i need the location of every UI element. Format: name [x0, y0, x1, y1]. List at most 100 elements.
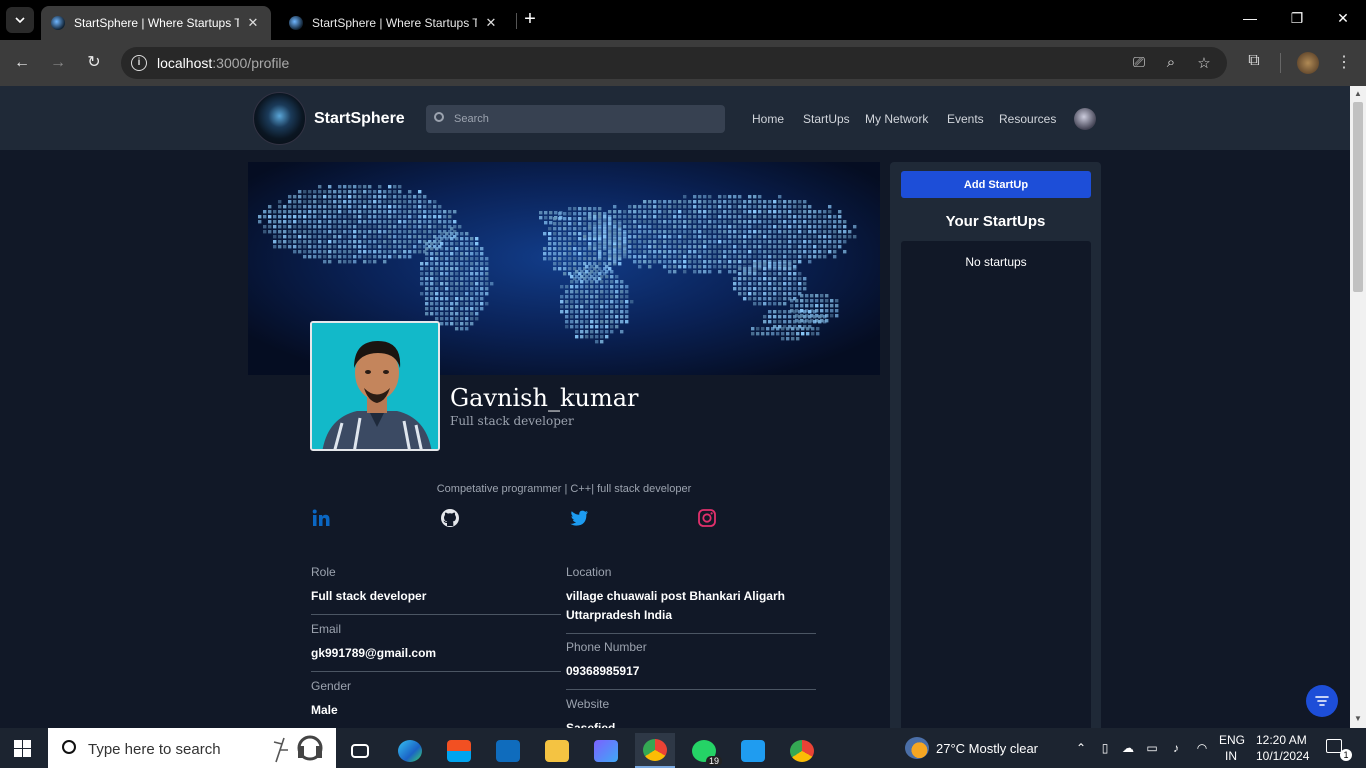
scrollbar-thumb[interactable]	[1353, 102, 1363, 292]
install-app-icon[interactable]: ⎚	[1129, 54, 1149, 71]
nav-my-network[interactable]: My Network	[865, 112, 928, 126]
field-label: Email	[311, 622, 342, 636]
site-info-icon[interactable]: i	[131, 55, 147, 71]
zoom-icon[interactable]: ⌕	[1161, 54, 1181, 71]
whatsapp-icon[interactable]: 19	[684, 733, 724, 768]
weather-moon-icon[interactable]	[905, 737, 929, 759]
window-close-icon[interactable]: ✕	[1333, 10, 1353, 27]
vscode-icon[interactable]	[733, 733, 773, 768]
nav-events[interactable]: Events	[947, 112, 984, 126]
field-value: 09368985917	[566, 664, 640, 678]
search-icon	[434, 112, 444, 122]
forward-arrow-icon[interactable]: →	[47, 52, 69, 74]
linkedin-icon[interactable]	[311, 508, 331, 528]
page-scrollbar[interactable]: ▲ ▼	[1350, 86, 1366, 728]
tab-search-button[interactable]	[6, 7, 34, 33]
copilot-icon[interactable]	[586, 733, 626, 768]
profile-card: Gavnish_kumar Full stack developer Compe…	[248, 162, 880, 728]
microsoft-store-icon[interactable]	[439, 733, 479, 768]
nav-resources[interactable]: Resources	[999, 112, 1056, 126]
browser-tab-2[interactable]: StartSphere | Where Startups Take Flight…	[279, 6, 509, 40]
site-header: StartSphere Home StartUps My Network Eve…	[0, 86, 1350, 150]
startups-sidebar: Add StartUp Your StartUps No startups	[890, 162, 1101, 728]
field-value: village chuawali post Bhankari Aligarh U…	[566, 589, 785, 622]
volume-icon[interactable]: ♪	[1168, 741, 1184, 755]
startsphere-favicon-icon	[51, 16, 65, 30]
chat-button[interactable]	[1306, 685, 1338, 717]
chrome-profile-icon[interactable]	[782, 733, 822, 768]
twitter-icon[interactable]	[569, 508, 589, 528]
url-text[interactable]: localhost:3000/profile	[157, 55, 289, 71]
nav-home[interactable]: Home	[752, 112, 784, 126]
startsphere-logo[interactable]	[253, 92, 306, 145]
field-value: gk991789@gmail.com	[311, 646, 437, 660]
divider	[311, 671, 561, 672]
chevron-up-icon[interactable]: ⌃	[1073, 741, 1089, 755]
close-icon[interactable]: ✕	[483, 15, 499, 31]
field-phone: Phone Number 09368985917	[566, 640, 816, 690]
instagram-icon[interactable]	[697, 508, 717, 528]
browser-profile-avatar[interactable]	[1297, 52, 1319, 74]
scroll-up-icon[interactable]: ▲	[1350, 89, 1366, 98]
startsphere-favicon-icon	[289, 16, 303, 30]
windows-start-icon[interactable]	[14, 740, 31, 757]
field-gender: Gender Male	[311, 679, 561, 720]
tab-title: StartSphere | Where Startups Take Flight	[74, 16, 239, 30]
reload-icon[interactable]: ↻	[83, 52, 105, 74]
startups-list: No startups	[901, 241, 1091, 728]
field-value: Male	[311, 703, 338, 717]
divider	[311, 614, 561, 615]
github-icon[interactable]	[440, 508, 460, 528]
device-icon[interactable]: ▯	[1097, 741, 1113, 755]
clock-date[interactable]: 10/1/2024	[1256, 749, 1309, 763]
profile-name: Gavnish_kumar	[450, 384, 639, 412]
address-bar[interactable]: i localhost:3000/profile ⎚ ⌕ ☆	[121, 47, 1227, 79]
menu-lines-icon	[1315, 696, 1329, 706]
outlook-icon[interactable]	[488, 733, 528, 768]
user-avatar[interactable]	[1074, 108, 1096, 130]
wifi-icon[interactable]: ◠	[1194, 741, 1210, 755]
profile-bio: Competative programmer | C++| full stack…	[436, 483, 692, 495]
edge-icon[interactable]	[390, 733, 430, 768]
field-label: Phone Number	[566, 640, 647, 654]
menu-kebab-icon[interactable]: ⋮	[1333, 52, 1355, 72]
taskbar-search[interactable]	[48, 728, 336, 768]
field-label: Website	[566, 697, 610, 711]
divider	[566, 689, 816, 690]
new-tab-button[interactable]: +	[520, 9, 540, 30]
field-value[interactable]: Sasefied	[566, 719, 816, 728]
weather-text[interactable]: 27°C Mostly clear	[936, 741, 1038, 756]
search-input[interactable]	[454, 110, 714, 128]
taskbar-search-input[interactable]	[88, 739, 288, 759]
field-website: Website Sasefied	[566, 697, 816, 728]
add-startup-button[interactable]: Add StartUp	[901, 171, 1091, 198]
task-view-icon[interactable]	[340, 733, 380, 768]
extensions-icon[interactable]: ⧉	[1243, 52, 1265, 70]
whatsapp-badge: 19	[705, 756, 722, 766]
person-portrait	[312, 323, 438, 449]
file-explorer-icon[interactable]	[537, 733, 577, 768]
field-label: Gender	[311, 679, 352, 693]
close-icon[interactable]: ✕	[245, 15, 261, 31]
nav-startups[interactable]: StartUps	[803, 112, 850, 126]
scroll-down-icon[interactable]: ▼	[1350, 714, 1366, 723]
onedrive-icon[interactable]: ☁	[1120, 741, 1136, 755]
clock-time[interactable]: 12:20 AM	[1256, 733, 1307, 747]
notification-count: 1	[1340, 749, 1352, 761]
site-search[interactable]	[426, 105, 725, 133]
field-label: Role	[311, 565, 336, 579]
chevron-down-icon	[15, 17, 25, 23]
region-code[interactable]: IN	[1225, 749, 1237, 763]
notification-icon[interactable]	[1326, 739, 1342, 753]
back-arrow-icon[interactable]: ←	[11, 52, 33, 74]
battery-icon[interactable]: ▭	[1144, 741, 1160, 755]
browser-tab-1[interactable]: StartSphere | Where Startups Take Flight…	[41, 6, 271, 40]
restore-icon[interactable]: ❐	[1287, 10, 1307, 27]
profile-photo	[310, 321, 440, 451]
chrome-icon[interactable]	[635, 733, 675, 768]
language-code[interactable]: ENG	[1219, 733, 1245, 747]
brand-name[interactable]: StartSphere	[314, 110, 405, 128]
cortana-doodle-icon	[273, 735, 323, 763]
bookmark-star-icon[interactable]: ☆	[1194, 54, 1214, 72]
minimize-icon[interactable]: —	[1240, 10, 1260, 26]
